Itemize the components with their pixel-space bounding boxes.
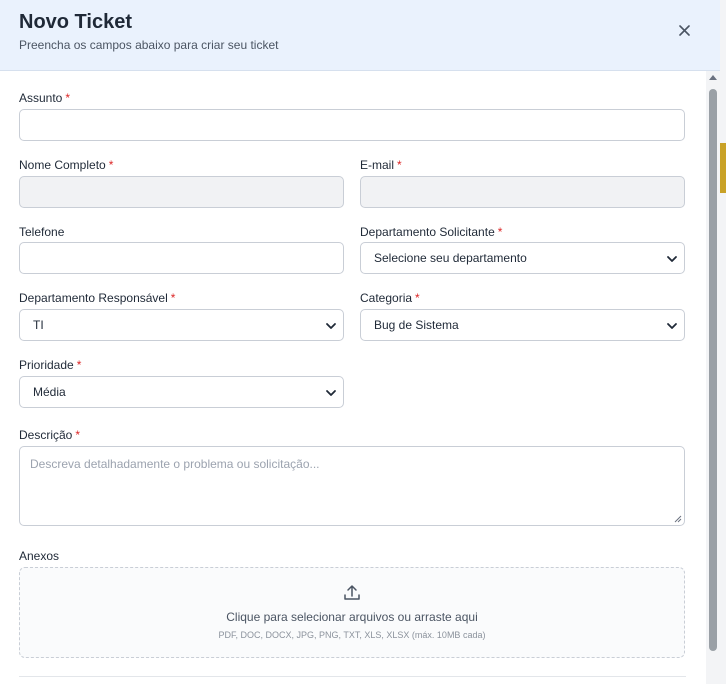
required-marker: *: [415, 291, 420, 305]
required-marker: *: [76, 358, 82, 372]
prioridade-select[interactable]: Média: [19, 376, 344, 408]
anexos-label: Anexos: [19, 549, 60, 563]
depto-responsavel-value: TI: [33, 318, 44, 332]
depto-solicitante-label: Departamento Solicitante *: [360, 225, 503, 239]
upload-icon: [344, 585, 360, 600]
depto-responsavel-select[interactable]: TI: [19, 309, 344, 341]
dropzone-hint: PDF, DOC, DOCX, JPG, PNG, TXT, XLS, XLSX…: [218, 630, 486, 640]
prioridade-value: Média: [33, 385, 66, 399]
scroll-up-arrow-icon[interactable]: [709, 75, 717, 80]
required-marker: *: [497, 225, 503, 239]
depto-responsavel-label: Departamento Responsável *: [19, 291, 176, 305]
required-marker: *: [75, 428, 81, 442]
email-input[interactable]: [360, 176, 685, 208]
scrollbar-thumb[interactable]: [709, 89, 717, 651]
new-ticket-modal: Novo Ticket Preencha os campos abaixo pa…: [0, 0, 720, 684]
required-marker: *: [108, 158, 114, 172]
form-divider: [19, 676, 686, 677]
categoria-value: Bug de Sistema: [374, 318, 459, 332]
chevron-down-icon: [667, 323, 677, 329]
chevron-down-icon: [326, 323, 336, 329]
telefone-label: Telefone: [19, 225, 65, 239]
chevron-down-icon: [667, 256, 677, 262]
nome-label: Nome Completo *: [19, 158, 114, 172]
dropzone-text: Clique para selecionar arquivos ou arras…: [226, 610, 478, 624]
scrollbar[interactable]: [706, 71, 720, 684]
depto-solicitante-value: Selecione seu departamento: [374, 251, 527, 265]
file-dropzone[interactable]: Clique para selecionar arquivos ou arras…: [19, 567, 685, 658]
required-marker: *: [170, 291, 176, 305]
assunto-label: Assunto *: [19, 91, 71, 105]
descricao-label: Descrição *: [19, 428, 81, 442]
background-accent: [720, 143, 726, 193]
modal-subtitle: Preencha os campos abaixo para criar seu…: [19, 38, 279, 52]
assunto-input[interactable]: [19, 109, 685, 141]
chevron-down-icon: [326, 390, 336, 396]
telefone-input[interactable]: [19, 242, 344, 274]
close-icon: [678, 24, 690, 36]
modal-header: Novo Ticket Preencha os campos abaixo pa…: [0, 0, 720, 71]
email-label: E-mail *: [360, 158, 402, 172]
nome-input[interactable]: [19, 176, 344, 208]
categoria-label: Categoria *: [360, 291, 420, 305]
form-body: Assunto * Nome Completo * E-mail * Telefone…: [0, 71, 706, 684]
modal-title: Novo Ticket: [19, 11, 132, 33]
prioridade-label: Prioridade *: [19, 358, 82, 372]
close-button[interactable]: [674, 20, 694, 40]
descricao-placeholder: Descreva detalhadamente o problema ou so…: [30, 457, 320, 471]
background-page: [720, 0, 726, 684]
required-marker: *: [65, 91, 71, 105]
resize-grip-icon[interactable]: [674, 515, 682, 523]
descricao-textarea[interactable]: Descreva detalhadamente o problema ou so…: [19, 446, 685, 526]
required-marker: *: [397, 158, 402, 172]
depto-solicitante-select[interactable]: Selecione seu departamento: [360, 242, 685, 274]
categoria-select[interactable]: Bug de Sistema: [360, 309, 685, 341]
